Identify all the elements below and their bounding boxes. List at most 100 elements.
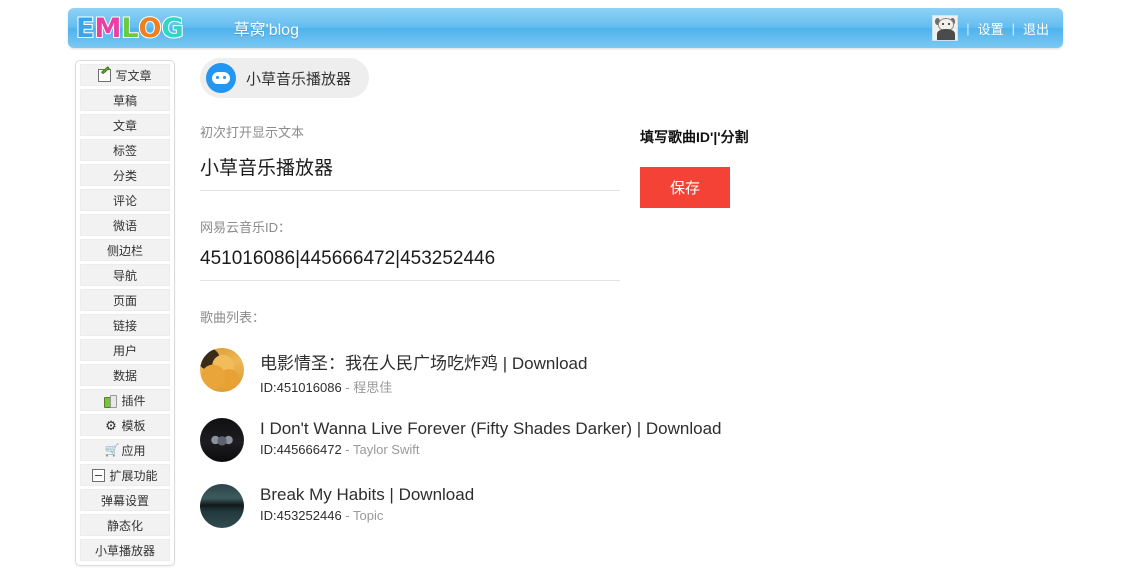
sidebar-item-templates[interactable]: ⚙ 模板 <box>80 414 170 436</box>
sidebar-item-draft[interactable]: 草稿 <box>80 89 170 111</box>
top-right-actions: | 设置 | 退出 <box>932 15 1049 41</box>
sidebar-item-sidebar-widgets[interactable]: 侧边栏 <box>80 239 170 261</box>
player-eye-left <box>216 76 219 79</box>
album-art-icon <box>200 418 244 462</box>
sidebar-item-article[interactable]: 文章 <box>80 114 170 136</box>
settings-link[interactable]: 设置 <box>978 19 1004 38</box>
blog-title[interactable]: 草窝'blog <box>234 16 299 40</box>
sidebar-item-danmaku-settings[interactable]: 弹幕设置 <box>80 489 170 511</box>
song-text: 电影情圣：我在人民广场吃炸鸡 | Download ID:451016086 -… <box>260 348 587 396</box>
player-eye-right <box>223 76 226 79</box>
sidebar-item-label: 评论 <box>112 193 137 208</box>
player-face-icon <box>206 63 236 93</box>
sidebar-item-label: 弹幕设置 <box>100 493 149 508</box>
logout-link[interactable]: 退出 <box>1023 19 1049 38</box>
cart-icon: 🛒 <box>104 442 120 457</box>
song-meta: ID:451016086 - 程思佳 <box>260 377 587 396</box>
sidebar-item-category[interactable]: 分类 <box>80 164 170 186</box>
page-title-tab: 小草音乐播放器 <box>200 58 370 98</box>
form-left-column: 初次打开显示文本 小草音乐播放器 网易云音乐ID： 451016086|4456… <box>200 122 722 550</box>
song-meta: ID:453252446 - Topic <box>260 508 474 523</box>
song-id: ID:453252446 <box>260 508 342 523</box>
avatar[interactable] <box>932 15 959 41</box>
sidebar-item-microblog[interactable]: 微语 <box>80 214 170 236</box>
field-label: 网易云音乐ID： <box>200 220 292 235</box>
field-label: 初次打开显示文本 <box>200 125 305 140</box>
gear-icon: ⚙ <box>105 417 117 433</box>
top-separator-1: | <box>966 20 970 36</box>
sidebar-item-label: 数据 <box>112 368 137 383</box>
song-artist: Taylor Swift <box>353 442 420 457</box>
settings-form: 初次打开显示文本 小草音乐播放器 网易云音乐ID： 451016086|4456… <box>200 122 1100 550</box>
song-id: ID:445666472 <box>260 442 342 457</box>
sidebar: 写文章 草稿 文章 标签 分类 评论 微语 侧边栏 导航 页面 链接 用户 数据… <box>75 60 175 566</box>
sidebar-item-tags[interactable]: 标签 <box>80 139 170 161</box>
sidebar-item-label: 扩展功能 <box>109 468 158 483</box>
logo-letter-g: G <box>160 12 184 44</box>
main-content: 小草音乐播放器 初次打开显示文本 小草音乐播放器 网易云音乐ID： 451016… <box>200 58 1100 550</box>
sidebar-item-label: 侧边栏 <box>106 243 143 258</box>
first-open-text-input[interactable]: 小草音乐播放器 <box>200 153 620 191</box>
sidebar-item-label: 分类 <box>112 168 137 183</box>
sidebar-item-write-article[interactable]: 写文章 <box>80 64 170 86</box>
sidebar-item-label: 标签 <box>112 143 137 158</box>
song-artist: Topic <box>353 508 384 523</box>
sidebar-item-label: 插件 <box>121 393 146 408</box>
sidebar-item-label: 小草播放器 <box>94 543 155 558</box>
plugin-icon <box>104 394 118 408</box>
sidebar-item-label: 用户 <box>112 343 137 358</box>
player-face-shape <box>212 72 230 84</box>
sidebar-item-data[interactable]: 数据 <box>80 364 170 386</box>
song-id-hint: 填写歌曲ID'|'分割 <box>640 129 749 145</box>
list-item[interactable]: 电影情圣：我在人民广场吃炸鸡 | Download ID:451016086 -… <box>200 348 620 396</box>
field-netease-id: 网易云音乐ID： 451016086|445666472|453252446 <box>200 217 620 281</box>
sidebar-item-pages[interactable]: 页面 <box>80 289 170 311</box>
minus-box-icon <box>92 468 106 482</box>
top-header-bar: E M L O G 草窝'blog | 设置 | 退出 <box>68 8 1063 48</box>
sidebar-item-label: 链接 <box>112 318 137 333</box>
avatar-body <box>937 29 956 40</box>
sidebar-item-plugins[interactable]: 插件 <box>80 389 170 411</box>
sidebar-item-navigation[interactable]: 导航 <box>80 264 170 286</box>
list-item[interactable]: Break My Habits | Download ID:453252446 … <box>200 484 620 528</box>
sidebar-item-label: 草稿 <box>112 93 137 108</box>
sidebar-item-grass-player[interactable]: 小草播放器 <box>80 539 170 561</box>
sidebar-item-label: 应用 <box>121 443 146 458</box>
song-dash: - <box>341 508 354 523</box>
sidebar-item-label: 文章 <box>112 118 137 133</box>
page-title: 小草音乐播放器 <box>246 70 352 88</box>
sidebar-item-users[interactable]: 用户 <box>80 339 170 361</box>
top-separator-2: | <box>1011 20 1015 36</box>
song-artist: 程思佳 <box>353 380 393 395</box>
sidebar-item-comments[interactable]: 评论 <box>80 189 170 211</box>
netease-music-id-input[interactable]: 451016086|445666472|453252446 <box>200 248 620 281</box>
page-root: E M L O G 草窝'blog | 设置 | 退出 写文章 草稿 文章 标签… <box>0 0 1131 586</box>
album-art-icon <box>200 348 244 392</box>
sidebar-item-label: 页面 <box>112 293 137 308</box>
sidebar-item-label: 导航 <box>112 268 137 283</box>
save-button[interactable]: 保存 <box>640 167 731 208</box>
write-icon <box>98 68 112 82</box>
field-first-open-text: 初次打开显示文本 小草音乐播放器 <box>200 122 620 191</box>
song-list-label: 歌曲列表： <box>200 310 266 325</box>
emlog-logo[interactable]: E M L O G <box>75 12 185 44</box>
logo-letter-e: E <box>75 12 96 44</box>
logo-letter-m: M <box>93 12 122 44</box>
song-dash: - <box>341 442 354 457</box>
song-dash: - <box>341 380 354 395</box>
song-text: Break My Habits | Download ID:453252446 … <box>260 484 474 523</box>
list-item[interactable]: I Don't Wanna Live Forever (Fifty Shades… <box>200 418 722 462</box>
logo-letter-l: L <box>120 12 139 44</box>
album-art-icon <box>200 484 244 528</box>
song-title[interactable]: Break My Habits | Download <box>260 485 474 505</box>
sidebar-item-extensions[interactable]: 扩展功能 <box>80 464 170 486</box>
sidebar-item-label: 写文章 <box>115 68 152 83</box>
form-right-column: 填写歌曲ID'|'分割 保存 <box>640 122 749 550</box>
sidebar-item-apps[interactable]: 🛒 应用 <box>80 439 170 461</box>
sidebar-item-label: 微语 <box>112 218 137 233</box>
sidebar-item-label: 静态化 <box>106 518 143 533</box>
song-title[interactable]: 电影情圣：我在人民广场吃炸鸡 | Download <box>260 349 587 374</box>
sidebar-item-label: 模板 <box>121 418 146 433</box>
sidebar-item-links[interactable]: 链接 <box>80 314 170 336</box>
sidebar-item-static-html[interactable]: 静态化 <box>80 514 170 536</box>
